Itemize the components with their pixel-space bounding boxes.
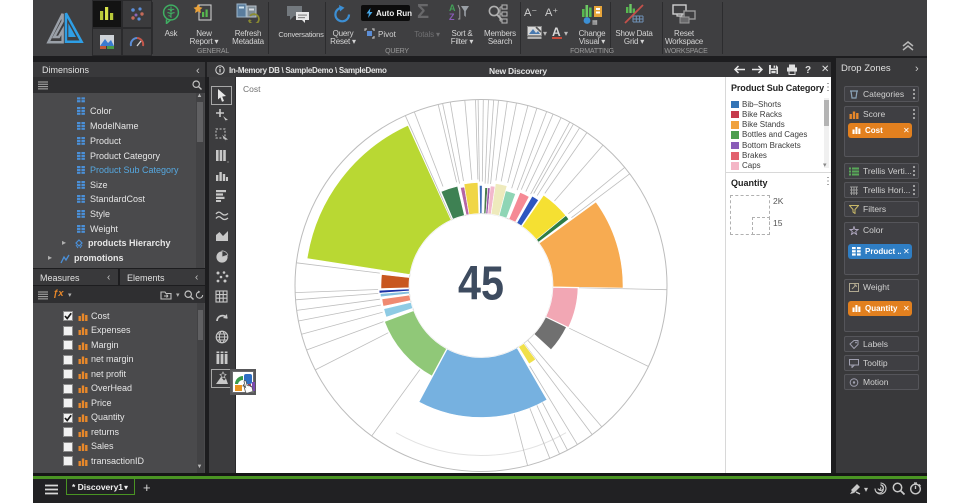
svg-text:45: 45 bbox=[458, 257, 504, 311]
svg-text:Z: Z bbox=[449, 12, 455, 22]
svg-text:▦: ▦ bbox=[592, 20, 598, 25]
